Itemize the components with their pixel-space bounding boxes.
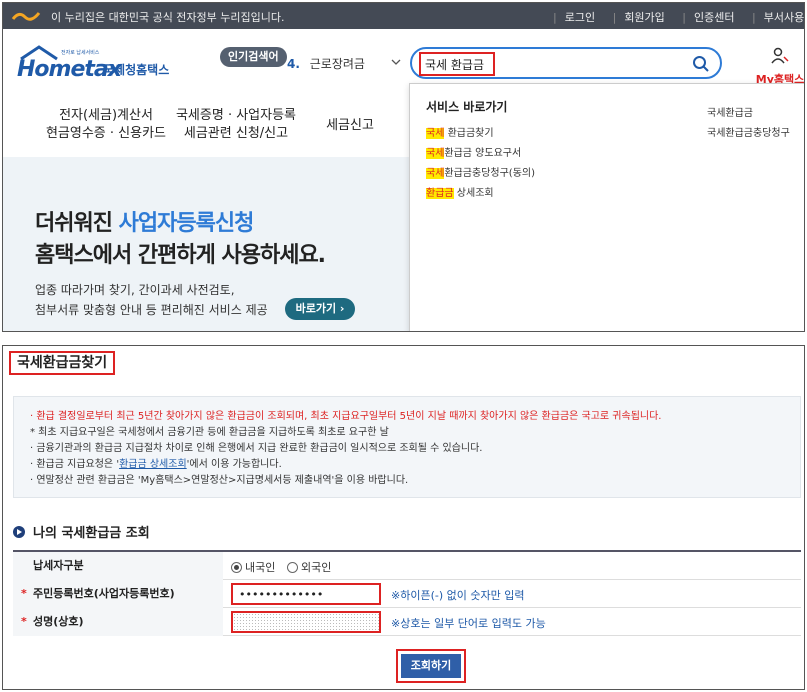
hometax-logo[interactable]: 전자로 납세서비스 Hometax 국세청홈택스 [17, 45, 177, 85]
rrn-label: 주민등록번호(사업자등록번호) [33, 587, 175, 600]
search-input[interactable] [419, 52, 495, 76]
popular-search-badge: 인기검색어 [220, 47, 287, 67]
suggestion-text: 상세조회 [453, 188, 494, 199]
my-hometax-link[interactable]: My홈택스 [753, 47, 804, 87]
refund-lookup-screenshot: 국세환급금찾기 · 환급 결정일로부터 최근 5년간 찾아가지 않은 환급금이 … [2, 345, 805, 690]
suggestion-refund-detail[interactable]: 환급금 상세조회 [426, 184, 494, 199]
name-row: * 성명(상호) ※상호는 일부 단어로 입력도 가능 [13, 608, 801, 636]
suggestion-text: 환급금충당청구(동의) [444, 168, 536, 179]
rrn-input[interactable] [231, 583, 381, 605]
suggestion-highlight: 국세 [426, 168, 445, 179]
nav-item-label: 전자(세금)계산서 [59, 108, 153, 123]
dept-user-signup-link[interactable]: 부서사용자 가입하기 [764, 11, 804, 24]
promo-banner: 더쉬워진 사업자등록신청 홈택스에서 간편하게 사용하세요. 업종 따라가며 찾… [3, 157, 413, 331]
taxpayer-type-row: 납세자구분 내국인 외국인 [13, 552, 801, 580]
notice-text: '에서 이용 가능합니다. [186, 459, 282, 470]
nav-item-label: 세금신고 [326, 118, 374, 133]
gov-banner-text: 이 누리집은 대한민국 공식 전자정부 누리집입니다. [51, 11, 285, 24]
dropdown-title: 서비스 바로가기 [426, 100, 508, 114]
lookup-submit-button[interactable]: 조회하기 [401, 654, 461, 678]
search-suggestion-dropdown: 서비스 바로가기 국세 환급금찾기 국세환급금 양도요구서 국세환급금충당청구(… [409, 83, 804, 331]
suggestion-right-refund[interactable]: 국세환급금 [707, 104, 753, 119]
rrn-hint: ※하이픈(-) 없이 숫자만 입력 [391, 589, 525, 602]
notice-line: · 연말정산 관련 환급금은 'My홈택스>연말정산>지급명세서등 제출내역'을… [30, 475, 409, 486]
gov-mark-icon [11, 12, 41, 21]
hometax-main-screenshot: 이 누리집은 대한민국 공식 전자정부 누리집입니다. | 로그인 | 회원가입 |… [2, 2, 805, 332]
gov-links: |로그인 |회원가입 |인증센터 |부서사용자 가입하기 [553, 9, 804, 25]
radio-label: 내국인 [245, 561, 276, 574]
name-label-cell: * 성명(상호) [13, 608, 223, 636]
suggestion-refund-offset[interactable]: 국세환급금충당청구(동의) [426, 164, 535, 179]
refund-lookup-form: 납세자구분 내국인 외국인 * 주민등록번호(사업자등록번호) ※하이픈(-) 없… [13, 550, 801, 636]
name-input[interactable] [231, 611, 381, 633]
suggestion-refund-transfer[interactable]: 국세환급금 양도요구서 [426, 144, 521, 159]
notice-text: · 환급금 지급요청은 ' [30, 459, 120, 470]
logo-org-name: 국세청홈택스 [103, 63, 170, 77]
popular-rank: 4. [287, 57, 300, 71]
banner-desc-2: 첨부서류 맞춤형 안내 등 편리해진 서비스 제공 [35, 303, 268, 317]
nav-item-label: 국세증명 · 사업자등록 [175, 108, 297, 123]
nav-item-sublabel: 현금영수증 · 신용카드 [45, 126, 167, 141]
banner-headline2: 홈택스에서 간편하게 사용하세요. [35, 243, 326, 268]
search-box [410, 47, 722, 79]
suggestion-highlight: 국세 [426, 148, 445, 159]
radio-domestic[interactable]: 내국인 [231, 559, 275, 575]
cert-center-link[interactable]: 인증센터 [694, 11, 734, 24]
banner-desc-1: 업종 따라가며 찾기, 간이과세 사전검토, [35, 283, 235, 297]
section-title-text: 나의 국세환급금 조회 [33, 526, 150, 541]
nav-item-sublabel: 세금관련 신청/신고 [183, 126, 289, 141]
signup-link[interactable]: 회원가입 [624, 11, 664, 24]
banner-go-button[interactable]: 바로가기 › [285, 298, 355, 320]
arrow-circle-icon [13, 526, 25, 538]
notice-line: · 환급금 지급요청은 '환급금 상세조회'에서 이용 가능합니다. [30, 455, 282, 470]
refund-detail-link[interactable]: 환급금 상세조회 [119, 459, 187, 470]
name-hint: ※상호는 일부 단어로 입력도 가능 [391, 617, 546, 630]
notice-line: · 금융기관과의 환급금 지급절차 차이로 인해 은행에서 지급 완료한 환급금… [30, 443, 483, 454]
name-label: 성명(상호) [33, 615, 84, 628]
user-icon [771, 47, 789, 64]
popular-term-label: 근로장려금 [309, 57, 365, 71]
suggestion-right-offset[interactable]: 국세환급금충당청구 [707, 124, 790, 139]
nav-item-e-invoice[interactable]: 전자(세금)계산서 현금영수증 · 신용카드 [43, 107, 169, 143]
suggestion-text: 환급금찾기 [444, 128, 494, 139]
notice-box: · 환급 결정일로부터 최근 5년간 찾아가지 않은 환급금이 조회되며, 최초… [13, 396, 801, 498]
search-icon[interactable] [692, 55, 710, 73]
section-title: 나의 국세환급금 조회 [13, 522, 150, 541]
notice-line: * 최초 지급요구일은 국세청에서 금융기관 등에 환급금을 지급하도록 최초로… [30, 427, 389, 438]
notice-line: · 환급 결정일로부터 최근 5년간 찾아가지 않은 환급금이 조회되며, 최초… [30, 411, 662, 422]
suggestion-highlight: 환급금 [426, 188, 454, 199]
banner-headline: 더쉬워진 사업자등록신청 [35, 205, 255, 237]
logo-small-text: 전자로 납세서비스 [61, 50, 100, 56]
radio-unselected-icon [287, 562, 298, 573]
radio-foreign[interactable]: 외국인 [287, 559, 331, 575]
page-title: 국세환급금찾기 [9, 351, 116, 375]
popular-search-term[interactable]: 4. 근로장려금 [287, 55, 403, 75]
submit-highlight-box: 조회하기 [396, 649, 466, 683]
taxpayer-type-label: 납세자구분 [13, 552, 223, 580]
radio-selected-icon [231, 562, 242, 573]
required-mark: * [21, 587, 27, 600]
gov-banner-bar: 이 누리집은 대한민국 공식 전자정부 누리집입니다. | 로그인 | 회원가입 |… [3, 3, 804, 29]
suggestion-highlight: 국세 [426, 128, 445, 139]
required-mark: * [21, 615, 27, 628]
banner-headline-highlight: 사업자등록신청 [118, 211, 255, 236]
rrn-row: * 주민등록번호(사업자등록번호) ※하이픈(-) 없이 숫자만 입력 [13, 580, 801, 608]
nav-item-certificate[interactable]: 국세증명 · 사업자등록 세금관련 신청/신고 [171, 107, 301, 143]
suggestion-text: 환급금 양도요구서 [444, 148, 522, 159]
banner-headline-a: 더쉬워진 [35, 211, 119, 236]
rrn-label-cell: * 주민등록번호(사업자등록번호) [13, 580, 223, 608]
nav-item-tax-filing[interactable]: 세금신고 [313, 117, 387, 135]
chevron-down-icon[interactable] [391, 57, 401, 67]
radio-label: 외국인 [301, 561, 332, 574]
suggestion-refund-find[interactable]: 국세 환급금찾기 [426, 124, 494, 139]
login-link[interactable]: 로그인 [565, 11, 595, 24]
